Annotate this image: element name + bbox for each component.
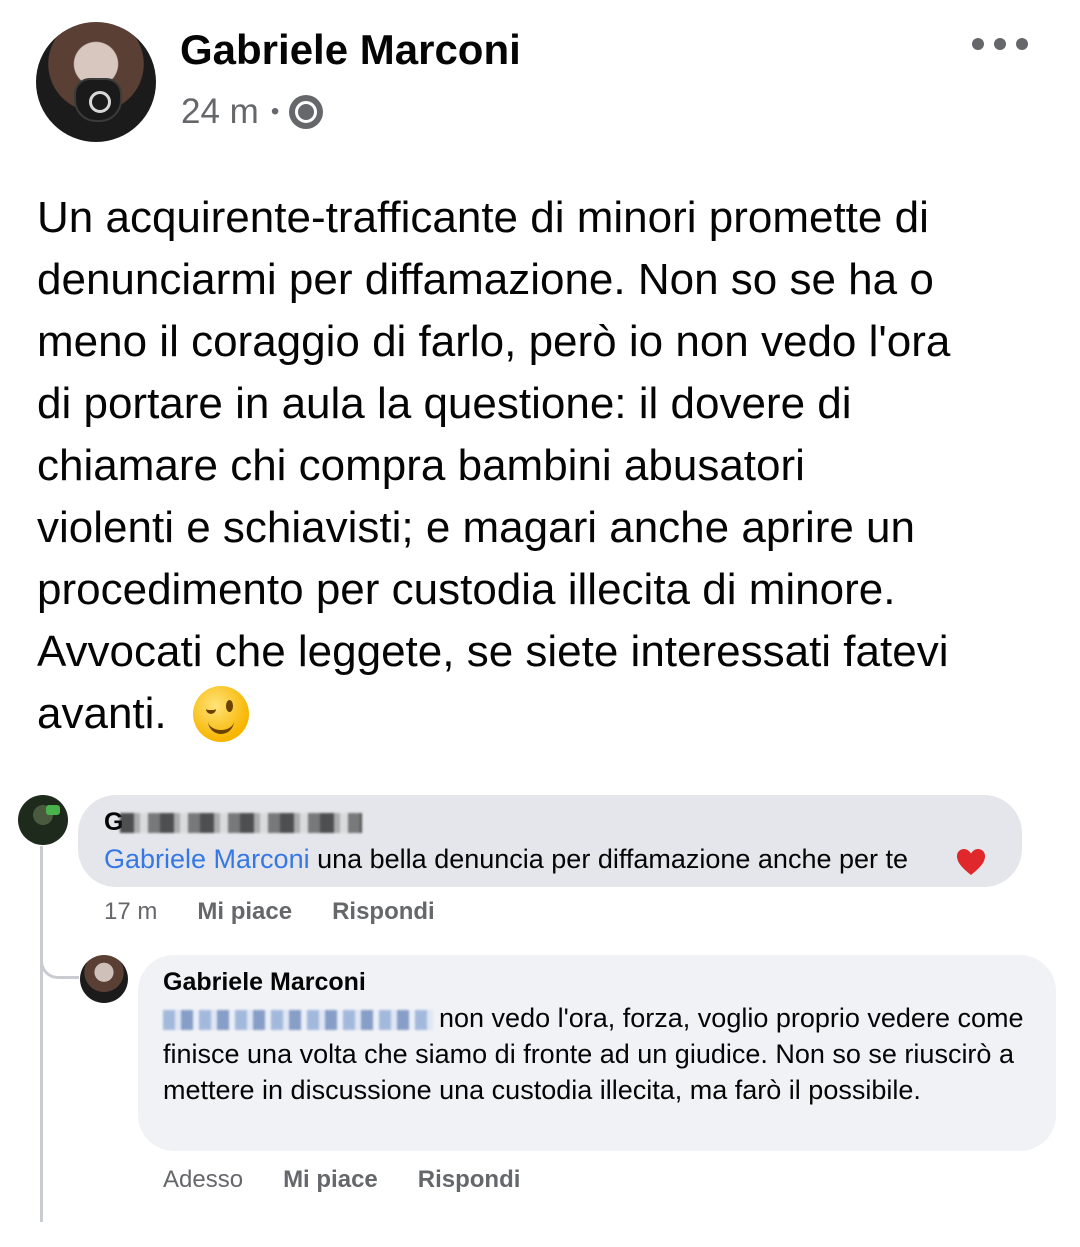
post-time[interactable]: 24 m <box>181 92 259 132</box>
reply-author-name[interactable]: Gabriele Marconi <box>163 968 366 997</box>
comment-body: una bella denuncia per diffamazione anch… <box>309 844 909 874</box>
like-button[interactable]: Mi piace <box>283 1166 378 1194</box>
post-author-name[interactable]: Gabriele Marconi <box>180 26 521 74</box>
reply-author-avatar[interactable] <box>80 955 128 1003</box>
commenter-avatar[interactable] <box>18 795 68 845</box>
redacted-commenter-name <box>120 813 362 833</box>
comment-actions: 17 m Mi piace Rispondi <box>104 898 475 926</box>
reply-text: non vedo l'ora, forza, voglio proprio ve… <box>163 1003 1024 1105</box>
reply-button[interactable]: Rispondi <box>332 898 435 926</box>
mention-link[interactable]: Gabriele Marconi <box>104 844 310 874</box>
post-text: Un acquirente-trafficante di minori prom… <box>37 193 951 738</box>
thread-line <box>40 846 43 1222</box>
reply-time[interactable]: Adesso <box>163 1166 243 1194</box>
globe-icon <box>289 95 324 129</box>
like-button[interactable]: Mi piace <box>197 898 292 926</box>
reply-connector <box>40 946 79 979</box>
heart-icon <box>957 849 985 875</box>
reply-actions: Adesso Mi piace Rispondi <box>163 1166 560 1194</box>
more-options-icon[interactable] <box>972 34 1028 54</box>
comment-text: Gabriele Marconi una bella denuncia per … <box>104 842 908 876</box>
comment-time[interactable]: 17 m <box>104 898 157 926</box>
author-avatar[interactable] <box>36 22 156 142</box>
reply-button[interactable]: Rispondi <box>418 1166 521 1194</box>
meta-separator: • <box>270 98 280 125</box>
post-meta: 24 m • <box>181 92 324 132</box>
respirator-mask-graphic <box>74 78 122 122</box>
